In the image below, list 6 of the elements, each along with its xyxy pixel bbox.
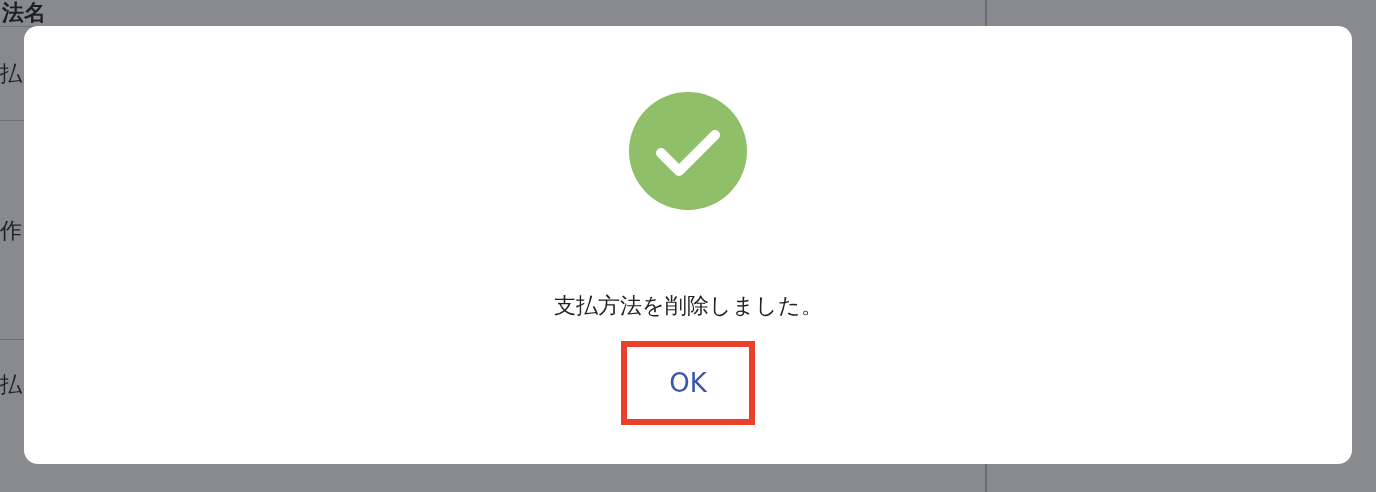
ok-button[interactable]: OK [621,341,755,425]
table-cell-text: 払 [0,59,22,88]
table-cell-text: 作 [0,217,22,245]
dialog-message: 支払方法を削除しました。 [553,292,823,320]
column-header: 法名 [2,0,46,26]
table-cell-text: 払 [0,371,22,399]
